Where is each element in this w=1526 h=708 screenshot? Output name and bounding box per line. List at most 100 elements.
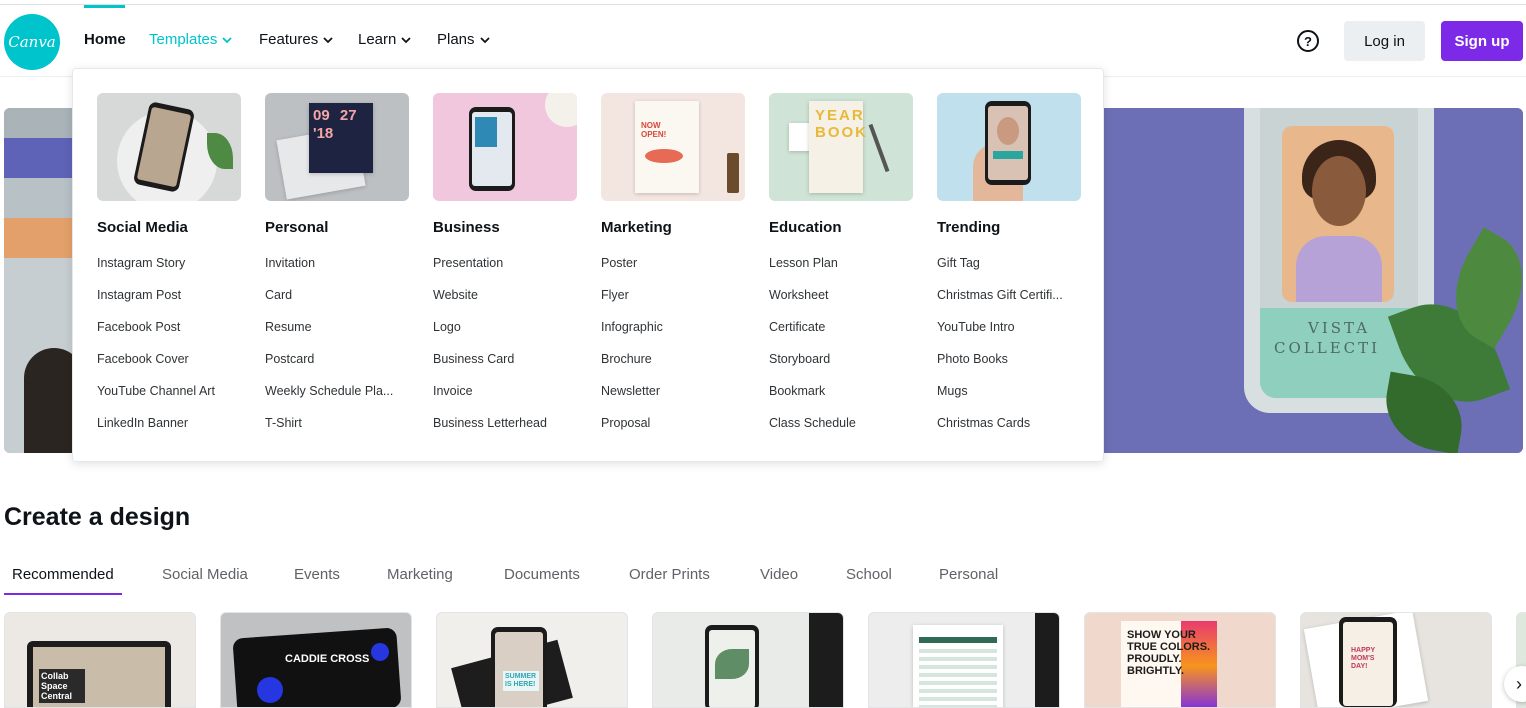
education-thumbnail[interactable]: YEAR BOOK xyxy=(769,93,913,201)
menu-link-photo-books[interactable]: Photo Books xyxy=(937,351,1081,383)
tab-personal[interactable]: Personal xyxy=(939,566,998,583)
marketing-thumbnail[interactable]: NOW OPEN! xyxy=(601,93,745,201)
nav-features[interactable]: Features xyxy=(259,31,334,48)
signup-button[interactable]: Sign up xyxy=(1441,21,1523,61)
chevron-down-icon xyxy=(479,36,490,43)
social-media-thumbnail[interactable] xyxy=(97,93,241,201)
menu-link-certificate[interactable]: Certificate xyxy=(769,319,913,351)
menu-link-linkedin-banner[interactable]: LinkedIn Banner xyxy=(97,415,241,447)
tab-marketing[interactable]: Marketing xyxy=(387,566,453,583)
phone-mockup: VISTA COLLECTI xyxy=(1244,108,1434,413)
menu-link-card[interactable]: Card xyxy=(265,287,409,319)
menu-link-instagram-story[interactable]: Instagram Story xyxy=(97,255,241,287)
nav-plans[interactable]: Plans xyxy=(437,31,491,48)
menu-link-worksheet[interactable]: Worksheet xyxy=(769,287,913,319)
home-active-indicator xyxy=(84,5,125,8)
nav-features-label: Features xyxy=(259,31,319,48)
tab-documents[interactable]: Documents xyxy=(504,566,580,583)
menu-title-marketing: Marketing xyxy=(601,219,672,236)
menu-column-social-media: Social Media Instagram Story Instagram P… xyxy=(97,93,241,447)
menu-link-instagram-post[interactable]: Instagram Post xyxy=(97,287,241,319)
menu-link-postcard[interactable]: Postcard xyxy=(265,351,409,383)
design-card-poster[interactable]: SHOW YOUR TRUE COLORS. PROUDLY. BRIGHTLY… xyxy=(1084,612,1276,708)
nav-plans-label: Plans xyxy=(437,31,475,48)
nav-learn[interactable]: Learn xyxy=(358,31,412,48)
design-card-instagram-story[interactable]: SUMMER IS HERE! xyxy=(436,612,628,708)
tab-video[interactable]: Video xyxy=(760,566,798,583)
education-thumb-text: YEAR BOOK xyxy=(815,107,868,141)
design-cards-row: Collab Space Central CADDIE CROSS SUMMER… xyxy=(4,612,1526,708)
menu-link-christmas-gift-certificate[interactable]: Christmas Gift Certifi... xyxy=(937,287,1081,319)
help-icon[interactable]: ? xyxy=(1297,30,1319,52)
tab-events[interactable]: Events xyxy=(294,566,340,583)
menu-link-youtube-intro[interactable]: YouTube Intro xyxy=(937,319,1081,351)
card-2-text: CADDIE CROSS xyxy=(285,653,370,665)
trending-thumbnail[interactable] xyxy=(937,93,1081,201)
nav-learn-label: Learn xyxy=(358,31,397,48)
chevron-down-icon xyxy=(222,36,233,43)
menu-link-resume[interactable]: Resume xyxy=(265,319,409,351)
card-3-text: SUMMER IS HERE! xyxy=(503,671,539,691)
menu-link-lesson-plan[interactable]: Lesson Plan xyxy=(769,255,913,287)
design-card-social-post[interactable]: CADDIE CROSS xyxy=(220,612,412,708)
menu-link-invitation[interactable]: Invitation xyxy=(265,255,409,287)
menu-link-business-card[interactable]: Business Card xyxy=(433,351,577,383)
menu-link-proposal[interactable]: Proposal xyxy=(601,415,745,447)
menu-link-t-shirt[interactable]: T-Shirt xyxy=(265,415,409,447)
menu-title-education: Education xyxy=(769,219,842,236)
personal-thumbnail[interactable]: 09 27 '18 xyxy=(265,93,409,201)
card-1-text: Collab Space Central xyxy=(39,669,85,703)
canva-logo[interactable]: Canva xyxy=(4,14,60,70)
menu-column-marketing: NOW OPEN! Marketing Poster Flyer Infogra… xyxy=(601,93,745,447)
menu-column-business: Business Presentation Website Logo Busin… xyxy=(433,93,577,447)
design-card-phone-post[interactable] xyxy=(652,612,844,708)
menu-link-flyer[interactable]: Flyer xyxy=(601,287,745,319)
menu-link-website[interactable]: Website xyxy=(433,287,577,319)
menu-link-weekly-schedule[interactable]: Weekly Schedule Pla... xyxy=(265,383,409,415)
tab-order-prints[interactable]: Order Prints xyxy=(629,566,710,583)
menu-link-infographic[interactable]: Infographic xyxy=(601,319,745,351)
menu-link-invoice[interactable]: Invoice xyxy=(433,383,577,415)
hero-right-image: VISTA COLLECTI xyxy=(1104,108,1523,453)
marketing-thumb-text: NOW OPEN! xyxy=(641,121,667,139)
business-thumbnail[interactable] xyxy=(433,93,577,201)
menu-link-logo[interactable]: Logo xyxy=(433,319,577,351)
tab-school[interactable]: School xyxy=(846,566,892,583)
menu-link-brochure[interactable]: Brochure xyxy=(601,351,745,383)
nav-templates[interactable]: Templates xyxy=(149,31,233,48)
menu-link-class-schedule[interactable]: Class Schedule xyxy=(769,415,913,447)
menu-link-presentation[interactable]: Presentation xyxy=(433,255,577,287)
design-card-mothers-day[interactable]: HAPPY MOM'S DAY! xyxy=(1300,612,1492,708)
tab-recommended[interactable]: Recommended xyxy=(12,566,114,583)
hero-left-image xyxy=(4,108,84,453)
nav-home-label: Home xyxy=(84,31,126,48)
design-card-presentation[interactable]: Collab Space Central xyxy=(4,612,196,708)
templates-dropdown-menu: Social Media Instagram Story Instagram P… xyxy=(72,68,1104,462)
menu-column-trending: Trending Gift Tag Christmas Gift Certifi… xyxy=(937,93,1081,447)
menu-link-gift-tag[interactable]: Gift Tag xyxy=(937,255,1081,287)
menu-link-youtube-channel-art[interactable]: YouTube Channel Art xyxy=(97,383,241,415)
menu-link-storyboard[interactable]: Storyboard xyxy=(769,351,913,383)
menu-title-personal: Personal xyxy=(265,219,329,236)
menu-link-bookmark[interactable]: Bookmark xyxy=(769,383,913,415)
nav-home[interactable]: Home xyxy=(84,31,126,48)
design-card-document[interactable] xyxy=(868,612,1060,708)
tab-social-media[interactable]: Social Media xyxy=(162,566,248,583)
menu-link-facebook-post[interactable]: Facebook Post xyxy=(97,319,241,351)
menu-link-poster[interactable]: Poster xyxy=(601,255,745,287)
personal-thumb-date: 09 27 '18 xyxy=(313,107,357,142)
chevron-down-icon xyxy=(401,36,412,43)
login-button[interactable]: Log in xyxy=(1344,21,1425,61)
menu-link-newsletter[interactable]: Newsletter xyxy=(601,383,745,415)
hero-phone-text-2: COLLECTI xyxy=(1274,339,1381,357)
card-7-text: HAPPY MOM'S DAY! xyxy=(1351,647,1375,670)
nav-templates-label: Templates xyxy=(149,31,218,48)
menu-column-personal: 09 27 '18 Personal Invitation Card Resum… xyxy=(265,93,409,447)
menu-link-christmas-cards[interactable]: Christmas Cards xyxy=(937,415,1081,447)
menu-link-facebook-cover[interactable]: Facebook Cover xyxy=(97,351,241,383)
header: Canva Home Templates Features Learn Plan… xyxy=(0,5,1526,77)
hero-phone-text-1: VISTA xyxy=(1308,319,1371,337)
menu-link-business-letterhead[interactable]: Business Letterhead xyxy=(433,415,577,447)
menu-link-mugs[interactable]: Mugs xyxy=(937,383,1081,415)
menu-column-education: YEAR BOOK Education Lesson Plan Workshee… xyxy=(769,93,913,447)
